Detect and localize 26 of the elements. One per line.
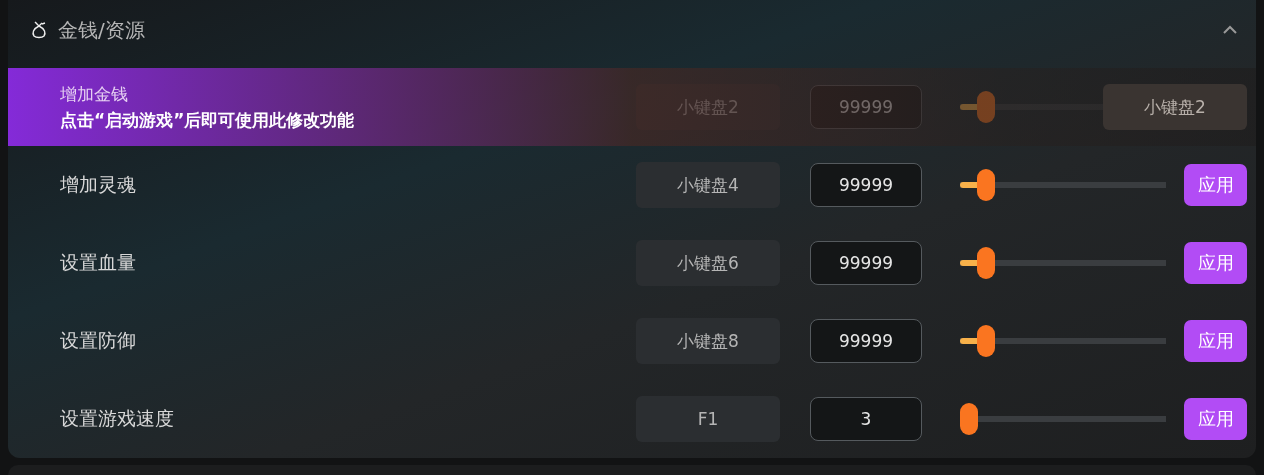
apply-button[interactable]: 应用 [1184, 398, 1247, 440]
apply-button[interactable]: 应用 [1184, 164, 1247, 206]
chevron-icon[interactable] [1222, 25, 1238, 35]
option-label: 设置血量 [60, 250, 137, 275]
hint-text: 点击“启动游戏”后即可使用此修改功能 [60, 108, 355, 132]
hotkey-button[interactable]: F1 [636, 396, 780, 442]
slider-thumb[interactable] [976, 247, 995, 279]
hotkey-button[interactable]: 小键盘8 [636, 318, 780, 364]
value-field[interactable]: 99999 [810, 163, 922, 207]
value-field[interactable]: 99999 [810, 319, 922, 363]
hotkey-button[interactable]: 小键盘4 [636, 162, 780, 208]
money-bag-icon [30, 20, 48, 40]
hotkey-button[interactable]: 小键盘6 [636, 240, 780, 286]
slider-thumb[interactable] [976, 325, 995, 357]
option-label: 设置防御 [60, 328, 137, 353]
apply-button[interactable]: 应用 [1184, 242, 1247, 284]
slider-thumb[interactable] [976, 169, 995, 201]
value-field[interactable]: 3 [810, 397, 922, 441]
value-field[interactable]: 99999 [810, 241, 922, 285]
hotkey-badge: 小键盘2 [1103, 84, 1247, 130]
option-label: 增加灵魂 [60, 172, 137, 197]
option-label: 增加金钱 [60, 82, 129, 106]
apply-button[interactable]: 应用 [1184, 320, 1247, 362]
section-title: 金钱/资源 [58, 16, 145, 44]
slider-thumb[interactable] [960, 403, 978, 435]
option-label: 设置游戏速度 [60, 406, 175, 431]
